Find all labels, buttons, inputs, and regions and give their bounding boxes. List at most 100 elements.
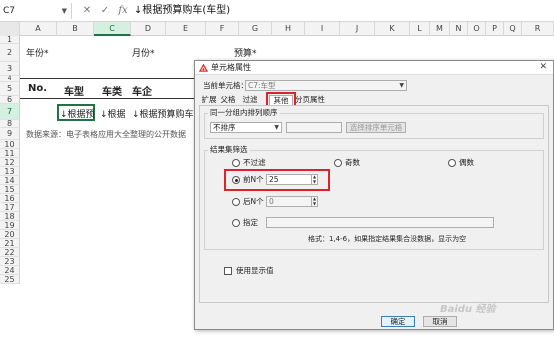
row-header[interactable]: 23 — [0, 257, 20, 266]
spinner-arrows-icon[interactable]: ▲ ▼ — [311, 196, 317, 206]
dialog-title: 单元格属性 — [211, 63, 251, 72]
cancel-button[interactable]: 取消 — [423, 316, 457, 327]
header-bottom-border — [20, 98, 198, 99]
row-header[interactable]: 20 — [0, 230, 20, 239]
last-n-spinner[interactable]: 0 ▲ ▼ — [266, 196, 318, 207]
radio-specify-label: 指定 — [243, 218, 258, 227]
top-n-spinner[interactable]: 25 ▲ ▼ — [266, 174, 318, 185]
header-type[interactable]: 车类 — [102, 83, 122, 98]
row-header[interactable]: 12 — [0, 158, 20, 167]
row-header[interactable]: 2 — [0, 44, 20, 62]
row-header[interactable]: 13 — [0, 167, 20, 176]
sort-order-select[interactable]: 不排序 ▼ — [210, 122, 282, 133]
row-header[interactable]: 17 — [0, 203, 20, 212]
column-header[interactable]: H — [272, 22, 305, 36]
row-header[interactable]: 24 — [0, 266, 20, 275]
header-no[interactable]: No. — [28, 83, 47, 94]
row-header[interactable]: 25 — [0, 275, 20, 284]
row-header[interactable]: 5 — [0, 82, 20, 96]
formula-input[interactable]: ↓根据预算购车(车型) — [134, 3, 230, 19]
row-header[interactable]: 21 — [0, 239, 20, 248]
radio-no-filter[interactable] — [232, 159, 240, 167]
watermark: Baidu 经验 — [440, 304, 496, 315]
sort-order-value: 不排序 — [213, 123, 236, 132]
sort-group-label: 同一分组内排列顺序 — [208, 108, 280, 118]
row-header-active[interactable]: 7 — [0, 104, 20, 120]
row-header[interactable]: 18 — [0, 212, 20, 221]
cell-c7[interactable]: ↓根据预 — [60, 107, 95, 120]
use-display-value-checkbox[interactable] — [224, 267, 232, 275]
column-header-bar: A B C D E F G H I J K L M N O P Q R — [0, 22, 554, 36]
column-header[interactable]: B — [57, 22, 94, 36]
source-note[interactable]: 数据来源：电子表格应用大全整理的公开数据 — [26, 129, 186, 140]
use-display-value-label: 使用显示值 — [236, 266, 274, 275]
column-header[interactable]: E — [166, 22, 206, 36]
choose-sort-cell-button[interactable]: 选择排序单元格 — [346, 122, 406, 133]
radio-odd[interactable] — [334, 159, 342, 167]
row-header[interactable]: 15 — [0, 185, 20, 194]
chevron-down-icon: ▼ — [399, 82, 404, 89]
row-header[interactable]: 1 — [0, 36, 20, 44]
column-header[interactable]: P — [486, 22, 504, 36]
radio-last-n-label: 后N个 — [243, 197, 264, 206]
column-header[interactable]: G — [239, 22, 272, 36]
column-header[interactable]: I — [305, 22, 340, 36]
dialog-titlebar[interactable]: 单元格属性 ✕ — [195, 61, 553, 75]
row-header[interactable]: 19 — [0, 221, 20, 230]
row-header[interactable]: 6 — [0, 96, 20, 104]
radio-top-n[interactable] — [232, 176, 240, 184]
specify-input[interactable] — [266, 217, 494, 228]
column-header[interactable]: F — [206, 22, 239, 36]
radio-even[interactable] — [448, 159, 456, 167]
chevron-down-icon: ▼ — [274, 124, 279, 131]
radio-top-n-label: 前N个 — [243, 175, 264, 184]
year-label[interactable]: 年份* — [26, 46, 49, 59]
row-header[interactable]: 3 — [0, 62, 20, 76]
radio-specify[interactable] — [232, 219, 240, 227]
column-header[interactable]: D — [131, 22, 166, 36]
column-header[interactable]: N — [450, 22, 468, 36]
row-header[interactable]: 8 — [0, 120, 20, 128]
column-header[interactable]: L — [410, 22, 430, 36]
chevron-down-icon[interactable]: ▼ — [62, 3, 67, 19]
column-header[interactable]: A — [20, 22, 57, 36]
header-model[interactable]: 车型 — [64, 83, 84, 98]
current-cell-value: C7:车型 — [248, 81, 276, 90]
select-all-corner[interactable] — [0, 22, 20, 36]
sort-cell-field — [286, 122, 342, 133]
budget-label[interactable]: 预算* — [234, 46, 257, 59]
radio-even-label: 偶数 — [459, 158, 474, 167]
column-header[interactable]: J — [340, 22, 375, 36]
ok-button[interactable]: 确定 — [381, 316, 415, 327]
column-header[interactable]: Q — [504, 22, 522, 36]
header-top-border — [20, 78, 198, 79]
top-n-value: 25 — [269, 175, 279, 184]
row-header[interactable]: 11 — [0, 149, 20, 158]
function-icon[interactable]: fx — [116, 3, 130, 19]
row-header[interactable]: 10 — [0, 140, 20, 149]
row-header[interactable]: 22 — [0, 248, 20, 257]
close-icon[interactable]: ✕ — [539, 61, 547, 74]
result-filter-label: 结果集筛选 — [208, 145, 250, 155]
month-label[interactable]: 月份* — [132, 46, 155, 59]
current-cell-select[interactable]: C7:车型 ▼ — [245, 80, 407, 91]
other-tab-panel: 同一分组内排列顺序 不排序 ▼ 选择排序单元格 结果集筛选 不过滤 奇数 偶数 … — [199, 105, 549, 303]
row-header[interactable]: 9 — [0, 128, 20, 140]
column-header[interactable]: R — [522, 22, 554, 36]
column-header[interactable]: O — [468, 22, 486, 36]
cancel-icon[interactable]: ✕ — [80, 3, 94, 19]
cell-d7[interactable]: ↓根据 — [100, 107, 126, 120]
radio-last-n[interactable] — [232, 198, 240, 206]
column-header[interactable]: K — [375, 22, 410, 36]
column-header-active[interactable]: C — [94, 22, 131, 36]
app-logo-icon — [199, 64, 208, 72]
spinner-arrows-icon[interactable]: ▲ ▼ — [311, 174, 317, 184]
last-n-value: 0 — [269, 197, 274, 206]
name-box[interactable]: C7 ▼ — [0, 3, 72, 19]
row-header[interactable]: 16 — [0, 194, 20, 203]
header-maker[interactable]: 车企 — [132, 83, 152, 98]
column-header[interactable]: M — [430, 22, 450, 36]
spreadsheet-window: C7 ▼ ✕ ✓ fx ↓根据预算购车(车型) A B C D E F G H … — [0, 0, 554, 348]
row-header[interactable]: 14 — [0, 176, 20, 185]
enter-icon[interactable]: ✓ — [98, 3, 112, 19]
